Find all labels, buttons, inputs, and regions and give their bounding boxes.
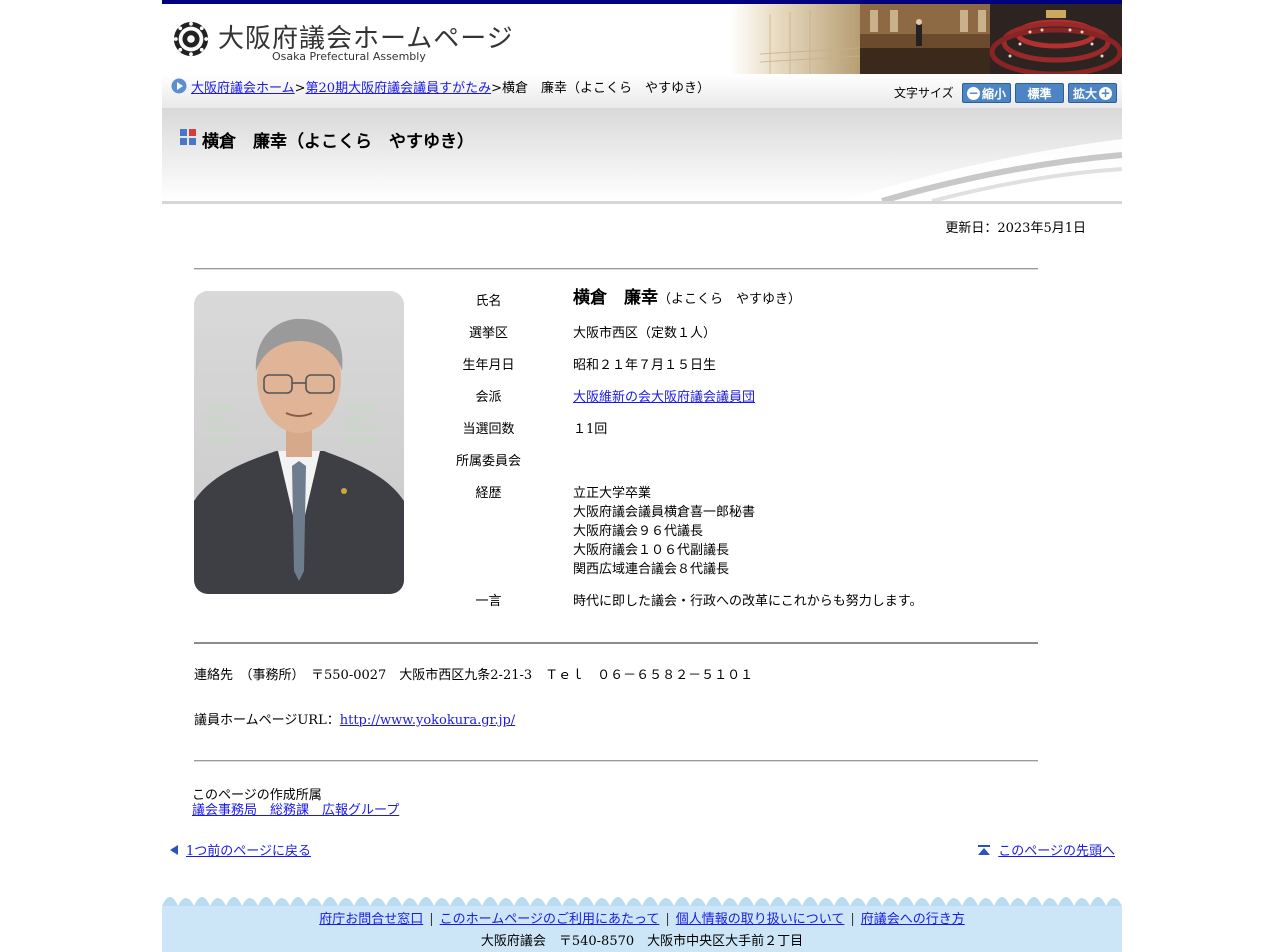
footer-address: 大阪府議会 〒540-8570 大阪市中央区大手前２丁目	[480, 934, 804, 949]
divider	[194, 268, 1038, 269]
page: 大阪府議会ホームページ Osaka Prefectural Assembly 大…	[162, 0, 1122, 952]
svg-text:Osaka: Osaka	[206, 416, 225, 423]
page-creator: このページの作成所属 議会事務局 総務課 広報グループ	[192, 788, 399, 818]
font-shrink-button[interactable]: − 縮小	[962, 83, 1011, 103]
homepage-url-row: 議員ホームページURL：http://www.yokokura.gr.jp/	[194, 709, 515, 728]
page-title: 横倉 廉幸（よこくら やすゆき）	[202, 132, 474, 152]
name-label: 氏名	[475, 294, 502, 309]
career-item: 大阪府議会議員横倉喜一郎秘書	[573, 505, 756, 520]
career-item: 関西広域連合議会８代議長	[573, 562, 730, 577]
site-header: 大阪府議会ホームページ Osaka Prefectural Assembly	[162, 0, 1122, 74]
triangle-left-icon	[170, 844, 178, 855]
title-squares-icon	[180, 129, 196, 145]
profile-row-name: 氏名 横倉 廉幸（よこくら やすゆき）	[442, 289, 1042, 311]
creator-label: このページの作成所属	[192, 788, 322, 803]
faction-value: 大阪維新の会大阪府議会議員団	[573, 388, 755, 407]
career-item: 大阪府議会１０６代副議長	[573, 543, 730, 558]
profile-row-district: 選挙区 大阪市西区（定数１人）	[442, 324, 1042, 343]
profile-row-comment: 一言 時代に即した議会・行政への改革にこれからも努力します。	[442, 592, 1042, 611]
district-label: 選挙区	[468, 326, 508, 341]
member-name-reading: （よこくら やすゆき）	[658, 292, 802, 307]
comment-label: 一言	[475, 594, 502, 609]
creator-dept-link[interactable]: 議会事務局 総務課 広報グループ	[192, 803, 399, 818]
font-enlarge-label: 拡大	[1072, 86, 1097, 101]
breadcrumb-current: 横倉 廉幸（よこくら やすゆき）	[501, 81, 710, 96]
profile-row-birth: 生年月日 昭和２１年７月１５日生	[442, 356, 1042, 375]
profile-row-wins: 当選回数 １1回	[442, 420, 1042, 439]
district-value: 大阪市西区（定数１人）	[573, 326, 717, 341]
footer-separator: |	[429, 912, 434, 927]
breadcrumb: 大阪府議会ホーム>第20期大阪府議会議員すがたみ>横倉 廉幸（よこくら やすゆき…	[191, 77, 710, 96]
profile-row-committee: 所属委員会	[442, 452, 1042, 471]
divider	[194, 642, 1038, 644]
profile-table: 氏名 横倉 廉幸（よこくら やすゆき） 選挙区 大阪市西区（定数１人） 生年月日…	[442, 289, 1042, 624]
font-standard-label: 標準	[1027, 86, 1052, 101]
breadcrumb-separator: >	[491, 81, 502, 96]
birth-label: 生年月日	[462, 358, 515, 373]
career-item: 大阪府議会９６代議長	[573, 524, 704, 539]
career-list: 立正大学卒業 大阪府議会議員横倉喜一郎秘書 大阪府議会９６代議長 大阪府議会１０…	[573, 484, 755, 579]
comment-value: 時代に即した議会・行政への改革にこれからも努力します。	[573, 594, 923, 609]
svg-text:Prefectural: Prefectural	[346, 426, 379, 433]
breadcrumb-separator: >	[294, 81, 306, 96]
back-nav: 1つ前のページに戻る	[170, 840, 311, 859]
assembly-hall-photo	[730, 4, 1122, 74]
page-nav: 1つ前のページに戻る このページの先頭へ	[162, 840, 1122, 860]
birth-value: 昭和２１年７月１５日生	[573, 358, 717, 373]
divider	[194, 760, 1038, 761]
wins-value: １1回	[573, 422, 608, 437]
page-top-link[interactable]: このページの先頭へ	[998, 840, 1115, 859]
footer-link-privacy[interactable]: 個人情報の取り扱いについて	[676, 912, 845, 927]
back-link[interactable]: 1つ前のページに戻る	[186, 840, 311, 859]
svg-text:All Rights: All Rights	[206, 404, 234, 411]
faction-label: 会派	[475, 390, 502, 405]
font-standard-button[interactable]: 標準	[1015, 83, 1064, 103]
wins-label: 当選回数	[462, 422, 515, 437]
footer-cloud-decoration	[162, 886, 1122, 906]
updated-date: 更新日：2023年5月1日	[945, 221, 1086, 236]
footer-link-access[interactable]: 府議会への行き方	[861, 912, 965, 927]
svg-text:Assembly: Assembly	[206, 436, 235, 443]
profile-row-career: 経歴 立正大学卒業 大阪府議会議員横倉喜一郎秘書 大阪府議会９６代議長 大阪府議…	[442, 484, 1042, 579]
breadcrumb-members-link[interactable]: 第20期大阪府議会議員すがたみ	[306, 81, 492, 96]
to-top-icon	[978, 844, 991, 855]
svg-text:All Rights: All Rights	[346, 404, 374, 411]
font-size-label: 文字サイズ	[894, 86, 954, 100]
svg-text:Osaka: Osaka	[346, 416, 365, 423]
career-label: 経歴	[475, 486, 502, 501]
site-footer: 府庁お問合せ窓口 | このホームページのご利用にあたって | 個人情報の取り扱いについて…	[162, 886, 1122, 952]
footer-links: 府庁お問合せ窓口 | このホームページのご利用にあたって | 個人情報の取り扱いについて…	[162, 908, 1122, 927]
site-logo[interactable]: 大阪府議会ホームページ Osaka Prefectural Assembly	[172, 18, 513, 68]
career-item: 立正大学卒業	[573, 486, 652, 501]
to-top-nav: このページの先頭へ	[978, 840, 1115, 859]
arrow-right-circle-icon	[171, 78, 187, 94]
member-portrait: All Rights Osaka Prefectural Assembly All R…	[194, 291, 404, 594]
font-enlarge-button[interactable]: 拡大 +	[1068, 83, 1117, 103]
homepage-url-label: 議員ホームページURL：	[194, 713, 340, 728]
footer-link-inquiry[interactable]: 府庁お問合せ窓口	[319, 912, 423, 927]
svg-text:Assembly: Assembly	[346, 436, 375, 443]
footer-link-usage[interactable]: このホームページのご利用にあたって	[440, 912, 660, 927]
homepage-url-link[interactable]: http://www.yokokura.gr.jp/	[340, 713, 515, 728]
breadcrumb-bar: 大阪府議会ホーム>第20期大阪府議会議員すがたみ>横倉 廉幸（よこくら やすゆき…	[162, 74, 1122, 109]
faction-link[interactable]: 大阪維新の会大阪府議会議員団	[573, 390, 755, 405]
site-subtitle: Osaka Prefectural Assembly	[272, 50, 426, 63]
font-shrink-label: 縮小	[981, 86, 1006, 101]
name-value: 横倉 廉幸（よこくら やすゆき）	[573, 289, 801, 311]
contact-info: 連絡先 （事務所） 〒550-0027 大阪市西区九条2-21-3 Ｔｅｌ ０６…	[194, 668, 754, 683]
plus-icon: +	[1099, 85, 1112, 100]
decorative-swoosh	[842, 139, 1122, 201]
footer-separator: |	[665, 912, 670, 927]
title-band: 横倉 廉幸（よこくら やすゆき）	[162, 109, 1122, 204]
committee-label: 所属委員会	[455, 454, 521, 469]
osaka-emblem-icon	[173, 21, 209, 57]
member-name: 横倉 廉幸	[573, 288, 658, 308]
footer-separator: |	[850, 912, 855, 927]
svg-text:Prefectural: Prefectural	[206, 426, 239, 433]
breadcrumb-home-link[interactable]: 大阪府議会ホーム	[191, 81, 295, 96]
minus-icon: −	[966, 85, 980, 100]
profile-row-faction: 会派 大阪維新の会大阪府議会議員団	[442, 388, 1042, 407]
